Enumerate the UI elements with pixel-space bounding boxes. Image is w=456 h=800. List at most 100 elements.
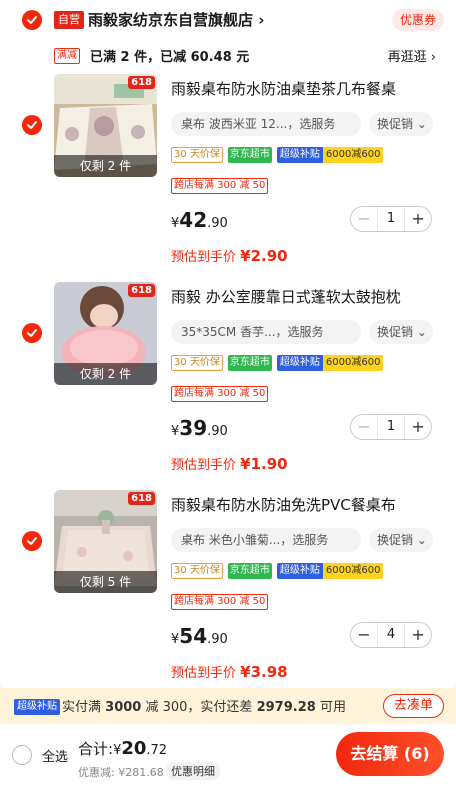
subsidy-tag-value: 6000减600 xyxy=(322,563,384,579)
estimated-price-label: 预估到手价 xyxy=(171,458,237,473)
subsidy-tag-label: 超级补贴 xyxy=(276,355,323,371)
stock-label: 仅剩 5 件 xyxy=(54,571,157,593)
promo-tag: 满减 xyxy=(54,48,80,64)
increase-button[interactable]: + xyxy=(405,415,431,439)
quantity-stepper: − 1 + xyxy=(350,414,432,440)
618-badge: 618 xyxy=(128,76,155,89)
sku-selector[interactable]: 35*35CM 香芋...，选服务 xyxy=(171,320,361,344)
chevron-down-icon: ⌄ xyxy=(416,117,427,131)
increase-button[interactable]: + xyxy=(405,623,431,647)
increase-button[interactable]: + xyxy=(405,207,431,231)
product-title[interactable]: 雨毅桌布防水防油免洗PVC餐桌布 xyxy=(171,494,441,515)
cross-store-promo-tag: 跨店每满 300 减 50 xyxy=(171,386,269,402)
subsidy-tag-value: 6000减600 xyxy=(322,355,384,371)
coupon-button[interactable]: 优惠券 xyxy=(391,9,444,31)
self-operated-tag: 自营 xyxy=(54,11,84,29)
sku-text: 桌布 波西米亚 12...，选服务 xyxy=(181,117,336,131)
chevron-right-icon: › xyxy=(258,11,265,29)
cart-shop-card: 自营 雨毅家纺京东自营旗舰店 › 优惠券 满减 已满 2 件，已减 60.48 … xyxy=(0,0,456,690)
cart-item: 618 仅剩 5 件 雨毅桌布防水防油免洗PVC餐桌布 桌布 米色小雏菊...，… xyxy=(0,490,456,690)
change-promo-selector[interactable]: 换促销 ⌄ xyxy=(369,320,433,344)
shop-name-link[interactable]: 雨毅家纺京东自营旗舰店 › xyxy=(88,8,264,32)
estimated-price-label: 预估到手价 xyxy=(171,250,237,265)
product-image[interactable]: 618 仅剩 5 件 xyxy=(54,490,157,593)
subsidy-banner: 超级补贴 实付满 3000 减 300，实付还差 2979.28 可用 去凑单 xyxy=(0,688,456,724)
stock-label: 仅剩 2 件 xyxy=(54,363,157,385)
subsidy-tag-label: 超级补贴 xyxy=(276,563,323,579)
checkmark-icon xyxy=(27,16,37,24)
cart-item: 618 仅剩 2 件 雨毅 办公室腰靠日式蓬软太鼓抱枕 35*35CM 香芋..… xyxy=(0,282,456,482)
shop-name: 雨毅家纺京东自营旗舰店 xyxy=(88,11,254,29)
price-guarantee-tag: 30 天价保 xyxy=(171,355,223,371)
cross-store-promo-tag: 跨店每满 300 减 50 xyxy=(171,178,269,194)
change-promo-selector[interactable]: 换促销 ⌄ xyxy=(369,528,433,552)
change-promo-label: 换促销 xyxy=(377,533,414,547)
estimated-price-value: ¥1.90 xyxy=(240,455,288,473)
subsidy-text-mid: 减 300，实付还差 xyxy=(145,700,253,715)
select-all-label[interactable]: 全选 xyxy=(42,746,68,765)
jd-market-tag: 京东超市 xyxy=(227,147,272,163)
checkout-button[interactable]: 去结算 (6) xyxy=(336,732,444,776)
quantity-value[interactable]: 1 xyxy=(377,207,405,231)
item-checkbox[interactable] xyxy=(22,115,42,135)
product-title[interactable]: 雨毅桌布防水防油桌垫茶几布餐桌 xyxy=(171,78,441,99)
select-all-checkbox[interactable] xyxy=(12,745,32,765)
cart-item: 618 仅剩 2 件 雨毅桌布防水防油桌垫茶几布餐桌 桌布 波西米亚 12...… xyxy=(0,74,456,274)
subsidy-tag: 超级补贴 6000减600 xyxy=(276,355,384,371)
decrease-button[interactable]: − xyxy=(351,415,377,439)
estimated-price-label: 预估到手价 xyxy=(171,666,237,681)
decrease-button[interactable]: − xyxy=(351,623,377,647)
item-checkbox[interactable] xyxy=(22,531,42,551)
jd-market-tag: 京东超市 xyxy=(227,563,272,579)
price-integer: 39 xyxy=(179,416,208,440)
quantity-value[interactable]: 1 xyxy=(377,415,405,439)
product-title[interactable]: 雨毅 办公室腰靠日式蓬软太鼓抱枕 xyxy=(171,286,441,307)
item-checkbox[interactable] xyxy=(22,323,42,343)
price-integer: 42 xyxy=(179,208,208,232)
sku-selector[interactable]: 桌布 米色小雏菊...，选服务 xyxy=(171,528,361,552)
shop-checkbox[interactable] xyxy=(22,10,42,30)
sku-text: 35*35CM 香芋...，选服务 xyxy=(181,325,324,339)
subsidy-text-suffix: 可用 xyxy=(319,700,346,715)
total-integer: 20 xyxy=(121,738,147,759)
discount-amount: 优惠减: ¥281.68 xyxy=(78,766,164,779)
quantity-stepper: − 4 + xyxy=(350,622,432,648)
discount-detail-button[interactable]: 优惠明细 xyxy=(166,762,220,780)
service-tags: 30 天价保 京东超市 超级补贴 6000减600 xyxy=(171,147,384,163)
quantity-value[interactable]: 4 xyxy=(377,623,405,647)
product-image[interactable]: 618 仅剩 2 件 xyxy=(54,282,157,385)
618-badge: 618 xyxy=(128,492,155,505)
browse-more-link[interactable]: 再逛逛 › xyxy=(388,46,436,65)
promo-row: 满减 已满 2 件，已减 60.48 元 再逛逛 › xyxy=(0,44,456,68)
total-decimal: .72 xyxy=(146,743,168,758)
service-tags: 30 天价保 京东超市 超级补贴 6000减600 xyxy=(171,563,384,579)
checkmark-icon xyxy=(27,121,37,129)
add-more-button[interactable]: 去凑单 xyxy=(382,694,444,718)
item-price: ¥42.90 xyxy=(171,208,228,232)
price-integer: 54 xyxy=(179,624,208,648)
quantity-stepper: − 1 + xyxy=(350,206,432,232)
subsidy-tag: 超级补贴 6000减600 xyxy=(276,147,384,163)
estimated-price: 预估到手价 ¥2.90 xyxy=(171,246,288,265)
decrease-button[interactable]: − xyxy=(351,207,377,231)
price-guarantee-tag: 30 天价保 xyxy=(171,147,223,163)
estimated-price-value: ¥3.98 xyxy=(240,663,288,681)
subsidy-banner-tag: 超级补贴 xyxy=(14,699,60,715)
promo-text: 已满 2 件，已减 60.48 元 xyxy=(90,50,250,65)
estimated-price: 预估到手价 ¥3.98 xyxy=(171,662,288,681)
estimated-price: 预估到手价 ¥1.90 xyxy=(171,454,288,473)
total-amount: 合计:¥20.72 xyxy=(78,738,167,759)
subsidy-banner-text: 实付满 3000 减 300，实付还差 2979.28 可用 xyxy=(62,696,346,715)
shop-header: 自营 雨毅家纺京东自营旗舰店 › 优惠券 xyxy=(0,8,456,34)
subsidy-tag-label: 超级补贴 xyxy=(276,147,323,163)
subsidy-remaining: 2979.28 xyxy=(256,700,316,715)
chevron-right-icon: › xyxy=(430,50,436,65)
sku-selector[interactable]: 桌布 波西米亚 12...，选服务 xyxy=(171,112,361,136)
618-badge: 618 xyxy=(128,284,155,297)
checkmark-icon xyxy=(27,329,37,337)
change-promo-selector[interactable]: 换促销 ⌄ xyxy=(369,112,433,136)
item-price: ¥39.90 xyxy=(171,416,228,440)
jd-market-tag: 京东超市 xyxy=(227,355,272,371)
product-image[interactable]: 618 仅剩 2 件 xyxy=(54,74,157,177)
estimated-price-value: ¥2.90 xyxy=(240,247,288,265)
